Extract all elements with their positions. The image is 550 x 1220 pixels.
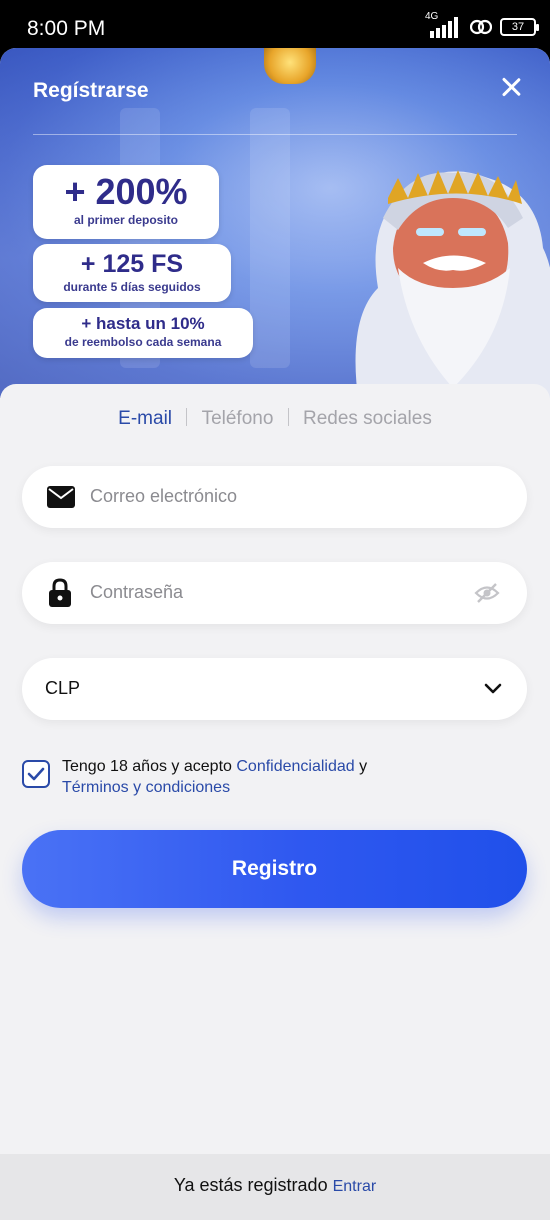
promo-banner: Regístrarse + 200% al primer deposito + … (0, 48, 550, 398)
tab-separator (287, 408, 289, 426)
login-footer: Ya estás registrado Entrar (0, 1154, 550, 1220)
promo-caption: de reembolso cada semana (64, 335, 222, 349)
password-placeholder: Contraseña (90, 582, 184, 602)
method-tabs: E-mail Teléfono Redes sociales (0, 408, 550, 430)
eye-off-icon[interactable] (474, 582, 500, 604)
promo-headline: + 200% (64, 171, 188, 212)
network-label: 4G (425, 11, 439, 22)
header-divider (33, 134, 517, 135)
tab-phone[interactable]: Teléfono (202, 408, 274, 430)
promo-card-bonus: + 200% al primer deposito (33, 165, 219, 239)
promo-headline: + 125 FS (80, 250, 184, 278)
tab-email[interactable]: E-mail (118, 408, 172, 430)
promo-caption: durante 5 días seguidos (63, 280, 201, 294)
close-icon[interactable] (500, 76, 522, 98)
tab-separator (186, 408, 188, 426)
email-placeholder: Correo electrónico (90, 486, 238, 506)
lock-icon (49, 578, 71, 607)
promo-card-free-spins: + 125 FS durante 5 días seguidos (33, 244, 231, 302)
currency-value: CLP (45, 678, 81, 698)
terms-prefix: Tengo 18 años y acepto (62, 758, 232, 775)
chevron-down-icon (484, 683, 502, 694)
zeus-illustration (355, 170, 550, 398)
privacy-link[interactable]: Confidencialidad (236, 758, 354, 775)
status-bar: 8:00 PM 4G 37 (0, 0, 550, 52)
promo-card-cashback: + hasta un 10% de reembolso cada semana (33, 308, 253, 358)
promo-caption: al primer deposito (73, 213, 179, 227)
terms-joiner: y (359, 758, 368, 775)
page-title: Regístrarse (33, 79, 149, 102)
footer-text: Ya estás registrado (173, 1175, 328, 1195)
terms-row: Tengo 18 años y acepto Confidencialidad … (22, 754, 527, 804)
mail-icon (47, 486, 75, 508)
terms-text: Tengo 18 años y acepto Confidencialidad … (62, 756, 502, 798)
terms-link[interactable]: Términos y condiciones (62, 779, 230, 796)
currency-select[interactable]: CLP (22, 658, 527, 720)
battery-icon: 37 (500, 18, 539, 36)
signal-icon: 4G (425, 11, 462, 38)
password-field[interactable]: Contraseña (22, 562, 527, 624)
status-icons: 4G 37 (425, 11, 539, 38)
check-icon (27, 767, 45, 781)
terms-checkbox[interactable] (22, 760, 50, 788)
tab-social[interactable]: Redes sociales (303, 408, 432, 430)
login-link[interactable]: Entrar (333, 1178, 377, 1195)
status-time: 8:00 PM (27, 17, 106, 40)
registration-form: E-mail Teléfono Redes sociales Correo el… (0, 384, 550, 1220)
register-button[interactable]: Registro (22, 830, 527, 908)
hotspot-icon (470, 19, 492, 35)
registration-sheet: Regístrarse + 200% al primer deposito + … (0, 48, 550, 1220)
email-field[interactable]: Correo electrónico (22, 466, 527, 528)
promo-headline: + hasta un 10% (81, 314, 205, 333)
coin-icon (264, 48, 316, 84)
